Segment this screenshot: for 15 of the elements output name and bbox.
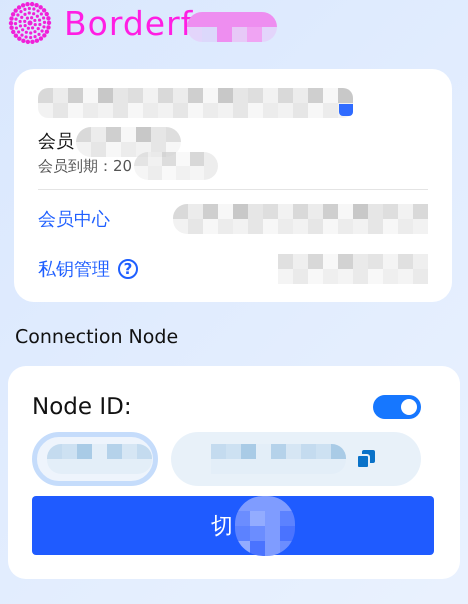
brand-name: Borderf <box>64 6 194 40</box>
copy-icon[interactable] <box>356 449 376 469</box>
logo-icon <box>8 1 52 45</box>
toggle-switch[interactable] <box>373 395 421 419</box>
menu-link[interactable]: 会员中心 <box>38 207 110 231</box>
redaction-mosaic <box>235 496 295 556</box>
help-icon[interactable]: ? <box>118 259 138 279</box>
node-select[interactable] <box>32 432 158 486</box>
dropdown-icon[interactable] <box>339 104 353 116</box>
node-label: Node ID: <box>32 394 132 420</box>
expiry-date: 会员到期：20 <box>38 156 132 176</box>
switch-button[interactable]: 切 <box>32 496 434 555</box>
section-title: Connection Node <box>15 326 180 350</box>
menu-link[interactable]: 私钥管理 <box>38 257 110 281</box>
member-label: 会员 <box>38 130 74 153</box>
